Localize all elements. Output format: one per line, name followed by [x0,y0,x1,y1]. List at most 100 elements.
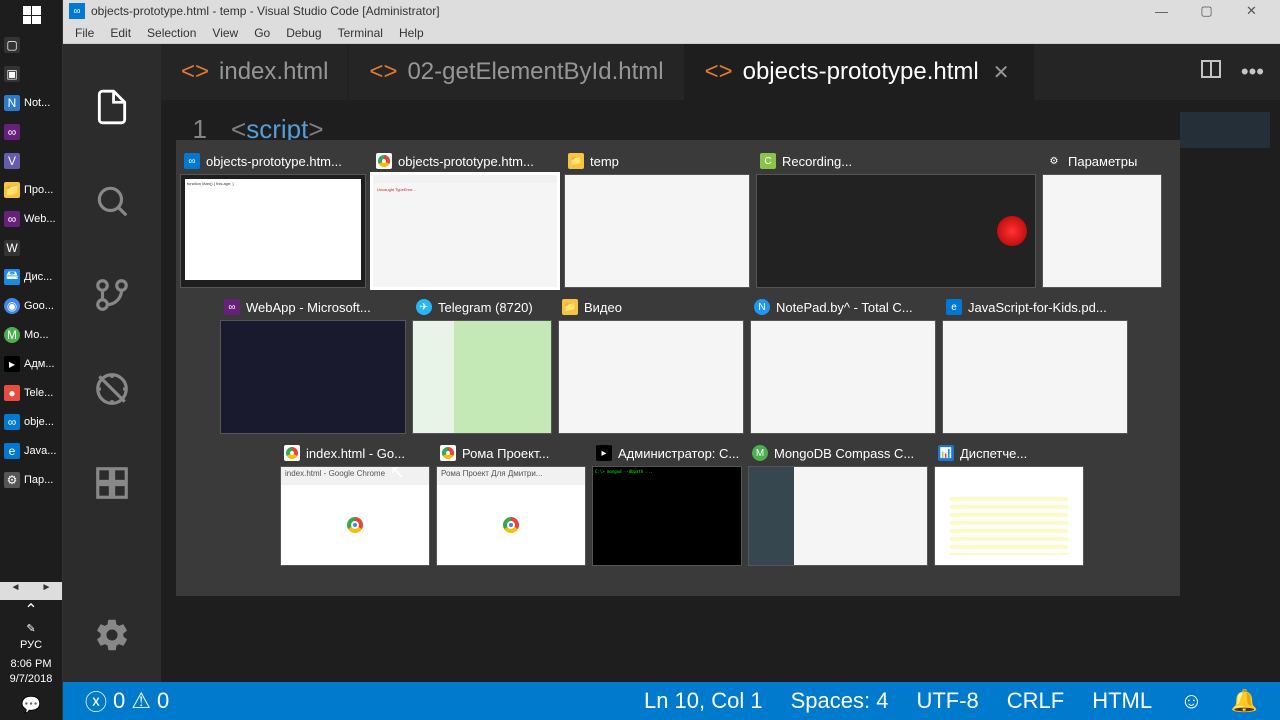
window-title: Recording... [782,154,852,169]
minimap[interactable] [1170,108,1280,682]
alttab-window[interactable]: NNotePad.by^ - Total C... [750,294,936,434]
taskbar-clock[interactable]: 8:06 PM 9/7/2018 [0,653,62,690]
debug-icon[interactable] [87,364,137,414]
close-button[interactable]: ✕ [1229,0,1274,22]
warning-icon: ⚠ [131,688,151,714]
alttab-window[interactable]: ∞objects-prototype.htm... function Man()… [180,148,366,288]
taskbar-label: Not... [24,97,50,109]
menu-go[interactable]: Go [246,24,278,42]
alttab-window[interactable]: ⚙Параметры [1042,148,1162,288]
status-errors[interactable]: ⓧ0⚠0 [75,682,179,720]
window-title: Диспетче... [960,446,1027,461]
window-title: objects-prototype.htm... [398,154,534,169]
menu-selection[interactable]: Selection [139,24,204,42]
menu-file[interactable]: File [67,24,102,42]
extensions-icon[interactable] [87,458,137,508]
alttab-window[interactable]: ∞WebApp - Microsoft... [220,294,406,434]
window-preview [942,320,1128,434]
taskbar-lang[interactable]: ✎ [0,620,62,637]
start-button[interactable] [0,0,63,30]
source-control-icon[interactable] [87,270,137,320]
window-title: JavaScript-for-Kids.pd... [968,300,1107,315]
explorer-icon[interactable] [87,82,137,132]
window-title: WebApp - Microsoft... [246,300,371,315]
taskbar-item[interactable]: ∞Web... [0,204,62,233]
menu-help[interactable]: Help [391,24,432,42]
tab-close-icon[interactable]: ✕ [989,60,1014,85]
window-title: MongoDB Compass C... [774,446,914,461]
taskbar-item[interactable]: ▣ [0,59,62,88]
taskbar-label: Java... [24,445,56,457]
status-spaces[interactable]: Spaces: 4 [781,682,899,720]
menu-terminal[interactable]: Terminal [330,24,391,42]
window-preview [564,174,750,288]
taskbar-item[interactable]: ⚙Пар... [0,465,62,494]
status-bell-icon[interactable]: 🔔 [1221,682,1268,720]
settings-icon[interactable] [87,610,137,660]
alttab-window[interactable]: MMongoDB Compass C... [748,440,928,566]
taskbar-label: Мо... [24,329,49,341]
window-preview [750,320,936,434]
action-center-icon[interactable]: 💬 [0,690,62,720]
more-actions-icon[interactable]: ••• [1241,59,1264,85]
status-feedback-icon[interactable]: ☺ [1170,682,1212,720]
alttab-window[interactable]: objects-prototype.htm... Uncaught TypeEr… [372,148,558,288]
alttab-window[interactable]: eJavaScript-for-Kids.pd... [942,294,1128,434]
alttab-window[interactable]: ✈ Telegram (8720) [412,294,552,434]
taskbar-lang-label[interactable]: РУС [0,637,62,653]
show-desktop-icon[interactable]: ⌃ [0,600,62,620]
alttab-window[interactable]: 📁temp [564,148,750,288]
split-editor-icon[interactable] [1199,57,1223,87]
alttab-window[interactable]: 📊Диспетче... [934,440,1084,566]
maximize-button[interactable]: ▢ [1184,0,1229,22]
alttab-window[interactable]: index.html - Go... index.html - Google C… [280,440,430,566]
titlebar[interactable]: ∞ objects-prototype.html - temp - Visual… [63,0,1280,22]
telegram-icon: ✈ [416,299,432,315]
taskbar-item[interactable]: ∞obje... [0,407,62,436]
status-eol[interactable]: CRLF [997,682,1074,720]
search-icon[interactable] [87,176,137,226]
window-title: Telegram (8720) [438,300,533,315]
taskbar-item[interactable]: W [0,233,62,262]
taskbar-item[interactable]: ∞ [0,117,62,146]
taskbar-item[interactable]: 🖴Дис... [0,262,62,291]
alttab-window[interactable]: 📁Видео [558,294,744,434]
taskbar-item[interactable]: V [0,146,62,175]
taskbar-item[interactable]: ●Tele... [0,378,62,407]
windows-logo-icon [23,6,41,24]
chrome-icon [440,445,456,461]
window-title: index.html - Go... [306,446,405,461]
taskbar-label: Дис... [24,271,52,283]
tab-getelementbyid[interactable]: <>02-getElementById.html [349,44,684,100]
taskbar-item[interactable]: NNot... [0,88,62,117]
activity-bar [63,44,161,682]
taskbar-item[interactable]: eJava... [0,436,62,465]
taskbar-item[interactable]: ▸Адм... [0,349,62,378]
window-preview: Рома Проект Для Дмитри... [436,466,586,566]
taskbar-item[interactable]: ◉Goo... [0,291,62,320]
taskbar-item[interactable]: ▢ [0,30,62,59]
status-cursor[interactable]: Ln 10, Col 1 [634,682,773,720]
status-lang[interactable]: HTML [1082,682,1162,720]
status-encoding[interactable]: UTF-8 [906,682,988,720]
alttab-window[interactable]: C Recording... [756,148,1036,288]
taskbar-label: Пар... [24,474,53,486]
camtasia-icon: C [760,153,776,169]
menu-view[interactable]: View [204,24,246,42]
tab-index[interactable]: <>index.html [161,44,349,100]
taskbar-scroll[interactable]: ◄► [0,582,62,600]
taskbar-item[interactable]: MМо... [0,320,62,349]
window-preview: index.html - Google Chrome [280,466,430,566]
minimize-button[interactable]: — [1139,0,1184,22]
window-title: Администратор: С... [618,446,739,461]
menu-debug[interactable]: Debug [278,24,329,42]
alttab-window[interactable]: ▸Администратор: С... C:\> mongod --dbpat… [592,440,742,566]
taskbar-item[interactable]: 📁Про... [0,175,62,204]
tab-objects-prototype[interactable]: <>objects-prototype.html✕ [685,44,1035,100]
menu-edit[interactable]: Edit [102,24,139,42]
alttab-window[interactable]: Рома Проект... Рома Проект Для Дмитри... [436,440,586,566]
titlebar-text: objects-prototype.html - temp - Visual S… [91,4,1139,18]
window-title: NotePad.by^ - Total C... [776,300,913,315]
statusbar: ⓧ0⚠0 Ln 10, Col 1 Spaces: 4 UTF-8 CRLF H… [63,682,1280,720]
alt-tab-switcher: ∞objects-prototype.htm... function Man()… [176,140,1180,596]
